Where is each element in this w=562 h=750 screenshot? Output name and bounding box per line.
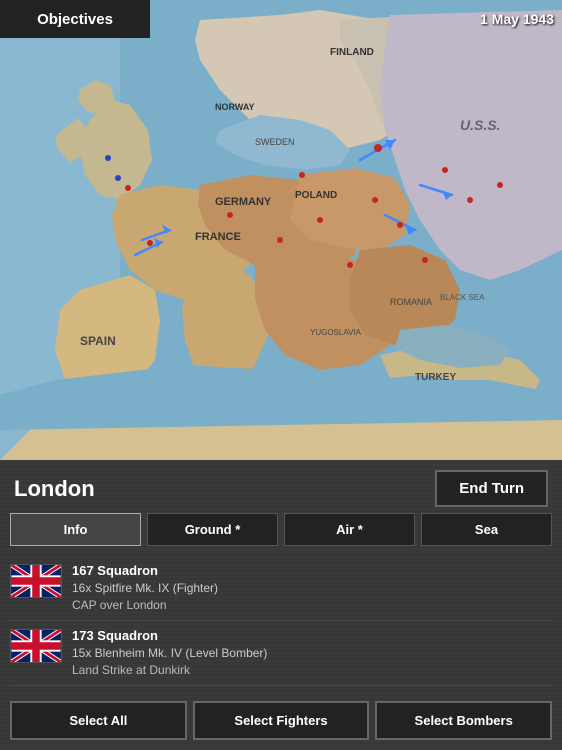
unit-detail-1: 16x Spitfire Mk. IX (Fighter) — [72, 580, 552, 597]
select-fighters-button[interactable]: Select Fighters — [193, 701, 370, 740]
tab-ground[interactable]: Ground * — [147, 513, 278, 546]
date-label: 1 May 1943 — [480, 11, 562, 27]
svg-text:FINLAND: FINLAND — [330, 47, 374, 58]
svg-text:TURKEY: TURKEY — [415, 372, 456, 383]
bottom-panel: London End Turn Info Ground * Air * Sea — [0, 460, 562, 750]
svg-text:SWEDEN: SWEDEN — [255, 137, 295, 147]
objectives-button[interactable]: Objectives — [0, 0, 150, 38]
unit-detail-2: 15x Blenheim Mk. IV (Level Bomber) — [72, 645, 552, 662]
svg-text:BLACK SEA: BLACK SEA — [440, 293, 485, 302]
unit-item: 167 Squadron 16x Spitfire Mk. IX (Fighte… — [10, 556, 552, 621]
map-section: FINLAND NORWAY SWEDEN FRANCE GERMANY POL… — [0, 0, 562, 460]
unit-squadron-1: 167 Squadron — [72, 562, 552, 580]
unit-text: 167 Squadron 16x Spitfire Mk. IX (Fighte… — [72, 562, 552, 614]
tab-sea[interactable]: Sea — [421, 513, 552, 546]
tab-info[interactable]: Info — [10, 513, 141, 546]
unit-squadron-2: 173 Squadron — [72, 627, 552, 645]
end-turn-button[interactable]: End Turn — [435, 470, 548, 507]
svg-text:SPAIN: SPAIN — [80, 334, 116, 348]
unit-item: 173 Squadron 15x Blenheim Mk. IV (Level … — [10, 621, 552, 686]
select-bombers-button[interactable]: Select Bombers — [375, 701, 552, 740]
action-row: Select All Select Fighters Select Bomber… — [0, 693, 562, 750]
unit-mission-2: Land Strike at Dunkirk — [72, 662, 552, 679]
uk-flag — [10, 629, 62, 663]
svg-text:U.S.S.: U.S.S. — [460, 117, 500, 133]
city-row: London End Turn — [0, 460, 562, 513]
select-all-button[interactable]: Select All — [10, 701, 187, 740]
city-name: London — [14, 476, 95, 502]
unit-item: 190 Squadron 12x Halifax B.II (Level Bom… — [10, 686, 552, 693]
unit-list: 167 Squadron 16x Spitfire Mk. IX (Fighte… — [0, 552, 562, 693]
unit-text: 173 Squadron 15x Blenheim Mk. IV (Level … — [72, 627, 552, 679]
svg-text:ROMANIA: ROMANIA — [390, 297, 432, 307]
svg-text:YUGOSLAVIA: YUGOSLAVIA — [310, 328, 362, 337]
tab-row: Info Ground * Air * Sea — [0, 513, 562, 552]
svg-text:POLAND: POLAND — [295, 190, 337, 201]
svg-text:GERMANY: GERMANY — [215, 196, 272, 208]
tab-air[interactable]: Air * — [284, 513, 415, 546]
svg-text:FRANCE: FRANCE — [195, 231, 241, 243]
svg-text:NORWAY: NORWAY — [215, 102, 255, 112]
map-header: Objectives 1 May 1943 — [0, 0, 562, 38]
unit-mission-1: CAP over London — [72, 597, 552, 614]
uk-flag — [10, 564, 62, 598]
